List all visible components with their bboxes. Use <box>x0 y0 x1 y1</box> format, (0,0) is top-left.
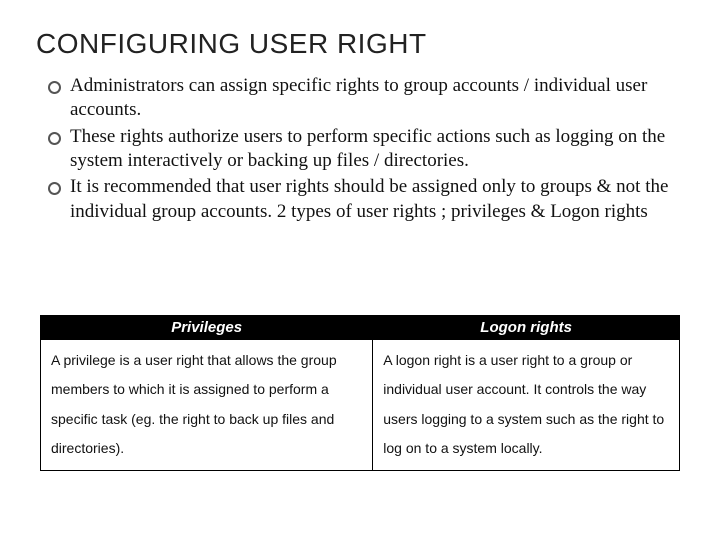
cell-logon-rights-desc: A logon right is a user right to a group… <box>373 340 680 471</box>
cell-privileges-desc: A privilege is a user right that allows … <box>41 340 373 471</box>
slide-title: CONFIGURING USER RIGHT <box>36 28 684 60</box>
slide: CONFIGURING USER RIGHT Administrators ca… <box>0 0 720 540</box>
rights-table: Privileges Logon rights A privilege is a… <box>40 315 680 471</box>
bullet-item: It is recommended that user rights shoul… <box>44 175 684 224</box>
bullet-list: Administrators can assign specific right… <box>36 74 684 224</box>
col-header-logon-rights: Logon rights <box>373 316 680 340</box>
table-header-row: Privileges Logon rights <box>41 316 680 340</box>
table-row: A privilege is a user right that allows … <box>41 340 680 471</box>
bullet-item: These rights authorize users to perform … <box>44 125 684 174</box>
bullet-item: Administrators can assign specific right… <box>44 74 684 123</box>
rights-table-wrap: Privileges Logon rights A privilege is a… <box>40 315 680 471</box>
col-header-privileges: Privileges <box>41 316 373 340</box>
